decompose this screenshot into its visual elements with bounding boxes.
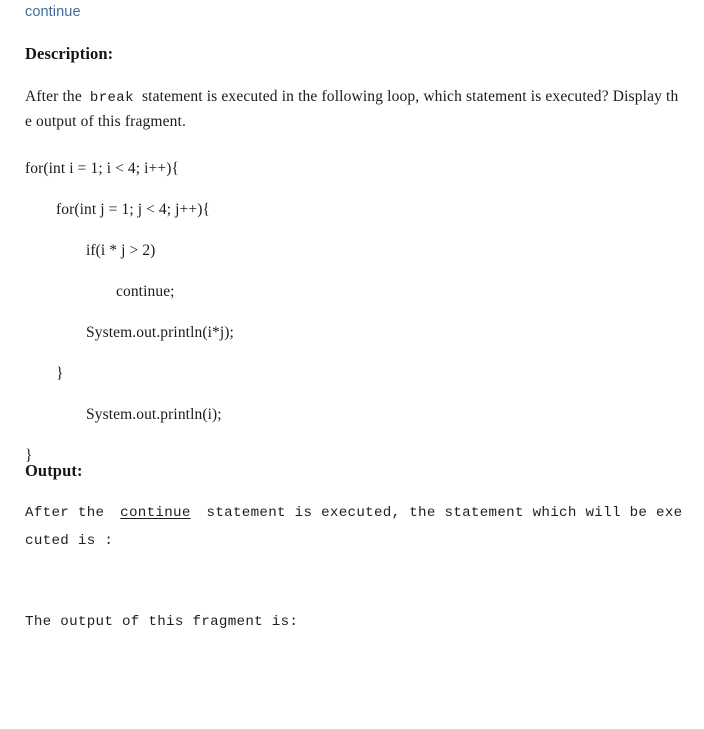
inline-code-break: break xyxy=(89,90,134,106)
code-block: for(int i = 1; i < 4; i++){ for(int j = 1… xyxy=(25,148,665,476)
code-line: if(i * j > 2) xyxy=(86,242,156,259)
code-line: System.out.println(i); xyxy=(86,406,222,423)
code-line: for(int j = 1; j < 4; j++){ xyxy=(56,201,211,218)
output-text-before: After the xyxy=(25,505,105,521)
code-line: continue; xyxy=(116,283,175,300)
description-text-before: After the xyxy=(25,88,82,105)
topic-continue-link[interactable]: continue xyxy=(25,3,81,22)
description-heading: Description: xyxy=(25,44,114,63)
output-keyword-continue: continue xyxy=(120,505,191,521)
code-line: } xyxy=(25,447,33,464)
code-line: System.out.println(i*j); xyxy=(86,324,234,341)
document-page: continue Description: After the break st… xyxy=(0,0,704,729)
code-line: for(int i = 1; i < 4; i++){ xyxy=(25,160,180,177)
output-fragment-line: The output of this fragment is: xyxy=(25,614,299,630)
code-line: } xyxy=(56,365,64,382)
description-paragraph: After the break statement is executed in… xyxy=(25,85,680,134)
output-statement-line: After the continue statement is executed… xyxy=(25,499,685,555)
output-heading: Output: xyxy=(25,461,83,480)
